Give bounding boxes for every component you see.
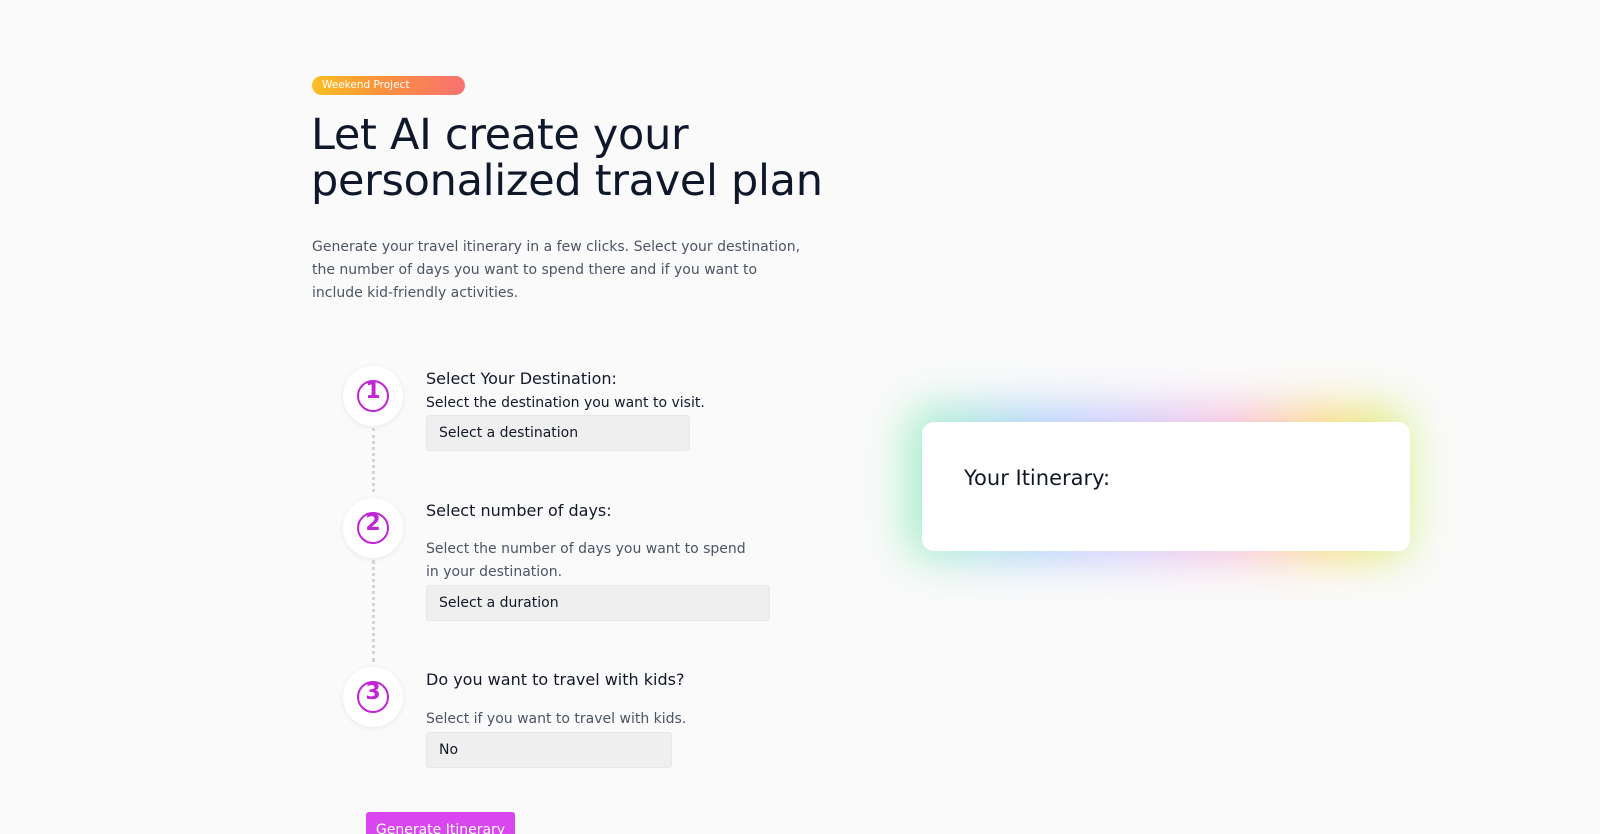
step-1-marker: 1	[343, 366, 403, 426]
step-3-description: Select if you want to travel with kids.	[426, 711, 687, 727]
kids-select[interactable]: No	[426, 732, 672, 768]
itinerary-title: Your Itinerary:	[964, 466, 1111, 490]
step-connector-1	[372, 428, 375, 492]
step-2-title: Select number of days:	[426, 501, 612, 520]
destination-select[interactable]: Select a destination	[426, 415, 690, 451]
step-1-title: Select Your Destination:	[426, 369, 617, 388]
itinerary-card: Your Itinerary:	[922, 422, 1410, 551]
generate-itinerary-button[interactable]: Generate Itinerary	[366, 812, 515, 834]
step-connector-2	[372, 560, 375, 662]
step-1-number: 1	[357, 380, 389, 412]
step-1-description: Select the destination you want to visit…	[426, 395, 705, 411]
step-2-description: Select the number of days you want to sp…	[426, 541, 746, 580]
weekend-project-badge: Weekend Project	[312, 76, 465, 95]
step-3-marker: 3	[343, 667, 403, 727]
page: Weekend Project Let AI create your perso…	[0, 0, 1600, 834]
step-2-number: 2	[357, 512, 389, 544]
page-subtitle: Generate your travel itinerary in a few …	[312, 239, 801, 301]
step-3-title: Do you want to travel with kids?	[426, 670, 685, 689]
page-title: Let AI create your personalized travel p…	[311, 110, 823, 206]
step-2-marker: 2	[343, 498, 403, 558]
step-3-number: 3	[357, 681, 389, 713]
duration-select[interactable]: Select a duration	[426, 585, 770, 621]
